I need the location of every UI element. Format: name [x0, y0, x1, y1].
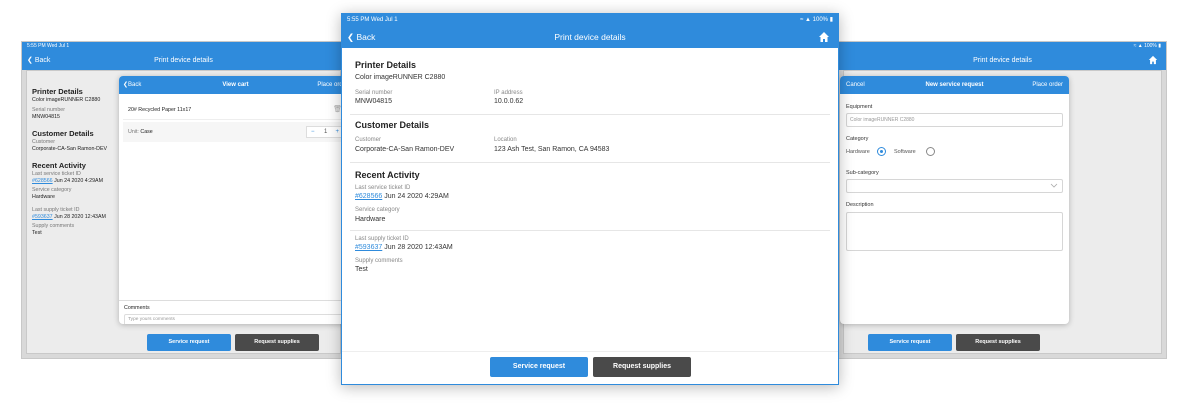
- description-textarea[interactable]: [846, 212, 1063, 251]
- nav-bar: ❮ Back Print device details: [22, 51, 345, 70]
- cart-divider: [119, 300, 345, 301]
- cart-item-name: 20# Recycled Paper 11x17: [128, 107, 192, 113]
- cart-title: View cart: [222, 82, 249, 88]
- home-icon[interactable]: [1148, 55, 1158, 65]
- customer-label: Customer: [355, 137, 382, 143]
- supply-activity-section: Last supply ticket ID #593637 Jun 28 202…: [355, 236, 825, 273]
- request-supplies-button[interactable]: Request supplies: [593, 357, 691, 377]
- supply-comments-value: Test: [355, 266, 368, 273]
- serial-label: Serial number: [355, 90, 393, 96]
- home-icon[interactable]: [818, 31, 830, 43]
- hardware-radio[interactable]: [877, 147, 886, 156]
- nav-title: Print device details: [973, 57, 1032, 64]
- status-bar: ≈ ▲ 100% ▮: [839, 42, 1166, 51]
- serial-value: MNW04815: [355, 98, 392, 105]
- quantity-stepper[interactable]: − 1 +: [306, 126, 344, 138]
- subcategory-select[interactable]: [846, 179, 1063, 193]
- service-ticket-date: Jun 24 2020 4:29AM: [54, 178, 103, 184]
- battery-indicator: ≈ ▲ 100% ▮: [1133, 43, 1161, 49]
- supply-ticket-date: Jun 28 2020 12:43AM: [384, 244, 453, 251]
- supply-ticket-label: Last supply ticket ID: [355, 236, 409, 242]
- customer-details-heading: Customer Details: [355, 120, 430, 130]
- equipment-field[interactable]: Color imageRUNNER C2880: [846, 113, 1063, 127]
- location-value: 123 Ash Test, San Ramon, CA 94583: [494, 146, 610, 153]
- cart-unit-row: Unit: Case − 1 +: [123, 122, 345, 142]
- status-time: 5:55 PM Wed Jul 1: [27, 43, 70, 49]
- center-tablet: 5:55 PM Wed Jul 1 ≈ ▲ 100% ▮ ❮ Back Prin…: [341, 13, 839, 385]
- unit-label: Unit:: [128, 129, 139, 135]
- section-divider: [350, 114, 830, 115]
- qty-minus-button[interactable]: −: [311, 127, 315, 137]
- qty-value: 1: [324, 129, 328, 135]
- printer-model: Color imageRUNNER C2880: [355, 74, 446, 81]
- unit-value: Case: [140, 129, 153, 135]
- footer-divider: [342, 351, 838, 352]
- supply-ticket-link[interactable]: #593637: [355, 244, 382, 251]
- chevron-down-icon: [1050, 183, 1058, 188]
- request-header: Cancel New service request Place order: [840, 76, 1069, 94]
- hardware-option-label: Hardware: [846, 149, 870, 155]
- subcategory-label: Sub-category: [846, 170, 879, 176]
- equipment-label: Equipment: [846, 104, 873, 110]
- printer-details-section: Printer Details Color imageRUNNER C2880 …: [355, 60, 825, 105]
- nav-title: Print device details: [154, 57, 213, 64]
- nav-title: Print device details: [554, 32, 626, 42]
- service-request-button[interactable]: Service request: [490, 357, 588, 377]
- ip-value: 10.0.0.62: [494, 98, 524, 105]
- view-cart-modal: ❮Back View cart Place order 20# Recycled…: [119, 76, 345, 324]
- service-request-button[interactable]: Service request: [147, 334, 231, 351]
- nav-bar: Print device details: [839, 51, 1166, 70]
- customer-details-section: Customer Details Customer Corporate-CA-S…: [355, 120, 825, 153]
- request-supplies-button[interactable]: Request supplies: [956, 334, 1040, 351]
- service-request-button[interactable]: Service request: [868, 334, 952, 351]
- category-label: Category: [846, 136, 869, 142]
- cart-header: ❮Back View cart Place order: [119, 76, 345, 94]
- supply-ticket-date: Jun 28 2020 12:43AM: [54, 214, 106, 220]
- service-ticket-link[interactable]: #628566: [32, 178, 53, 184]
- battery-level: 100%: [1144, 43, 1157, 49]
- recent-activity-section: Recent Activity Last service ticket ID #…: [355, 170, 825, 223]
- service-ticket-link[interactable]: #628566: [355, 193, 382, 200]
- supply-ticket-link[interactable]: #593637: [32, 214, 53, 220]
- description-label: Description: [846, 202, 874, 208]
- status-time: 5:55 PM Wed Jul 1: [347, 17, 398, 23]
- battery-indicator: ≈ ▲ 100% ▮: [800, 17, 833, 23]
- qty-plus-button[interactable]: +: [335, 127, 339, 137]
- cart-item-row: 20# Recycled Paper 11x17 🗑: [123, 100, 345, 120]
- right-tablet: ≈ ▲ 100% ▮ Print device details Cancel N…: [838, 41, 1167, 359]
- status-bar: 5:55 PM Wed Jul 1 ≈ ▲ 100% ▮: [342, 14, 838, 26]
- new-service-request-modal: Cancel New service request Place order E…: [840, 76, 1069, 324]
- comments-textarea[interactable]: Type yours comments: [124, 314, 345, 324]
- recent-activity-heading: Recent Activity: [355, 170, 420, 180]
- ip-label: IP address: [494, 90, 523, 96]
- software-radio[interactable]: [926, 147, 935, 156]
- service-category-label: Service category: [355, 207, 400, 213]
- location-label: Location: [494, 137, 517, 143]
- section-divider: [350, 162, 830, 163]
- request-supplies-button[interactable]: Request supplies: [235, 334, 319, 351]
- supply-comments-label: Supply comments: [355, 258, 403, 264]
- comments-label: Comments: [124, 305, 150, 311]
- status-bar: 5:55 PM Wed Jul 1: [22, 42, 345, 51]
- service-ticket-label: Last service ticket ID: [355, 185, 411, 191]
- service-category-value: Hardware: [355, 216, 386, 223]
- battery-level: 100%: [812, 17, 829, 23]
- software-option-label: Software: [894, 149, 916, 155]
- service-ticket-date: Jun 24 2020 4:29AM: [384, 193, 449, 200]
- nav-bar: ❮ Back Print device details: [342, 26, 838, 48]
- customer-value: Corporate-CA-San Ramon-DEV: [355, 146, 455, 153]
- printer-details-heading: Printer Details: [355, 60, 417, 70]
- request-place-order-button[interactable]: Place order: [1032, 76, 1063, 94]
- section-divider: [350, 230, 830, 231]
- left-tablet: 5:55 PM Wed Jul 1 ❮ Back Print device de…: [21, 41, 346, 359]
